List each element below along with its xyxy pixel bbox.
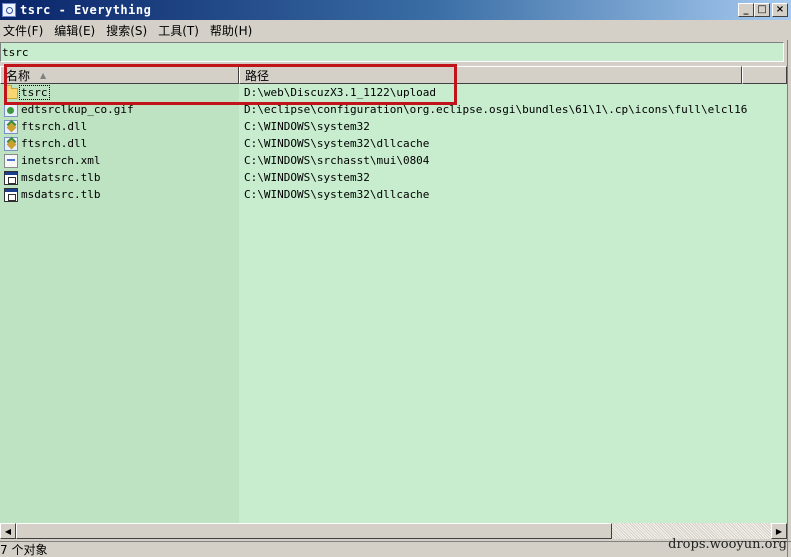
list-row[interactable]: edtsrclkup_co.gif D:\eclipse\configurati… — [0, 101, 787, 118]
menu-help[interactable]: 帮助(H) — [207, 22, 257, 39]
dll-file-icon — [4, 136, 18, 151]
file-path: C:\WINDOWS\system32 — [244, 171, 370, 184]
file-path: D:\eclipse\configuration\org.eclipse.osg… — [244, 103, 748, 116]
close-button[interactable]: × — [772, 3, 788, 17]
menu-file[interactable]: 文件(F) — [0, 22, 48, 39]
tlb-file-icon — [4, 187, 18, 202]
list-row[interactable]: msdatsrc.tlb C:\WINDOWS\system32 — [0, 169, 787, 186]
file-path: D:\web\DiscuzX3.1_1122\upload — [244, 86, 437, 99]
watermark: drops.wooyun.org — [668, 537, 787, 552]
list-row[interactable]: ftsrch.dll C:\WINDOWS\system32 — [0, 118, 787, 135]
window-right-edge — [787, 40, 791, 557]
results-list: 名称 ▲ 路径 tsrc D:\web\DiscuzX3.1_1122\uplo… — [0, 66, 787, 523]
list-header: 名称 ▲ 路径 — [0, 66, 787, 84]
window-controls: _ □ × — [738, 3, 788, 17]
tlb-file-icon — [4, 170, 18, 185]
cell-name: msdatsrc.tlb — [0, 170, 239, 185]
file-name: tsrc — [19, 85, 50, 100]
cell-name: ftsrch.dll — [0, 136, 239, 151]
file-name: ftsrch.dll — [21, 120, 88, 133]
column-header-path-label: 路径 — [245, 68, 270, 83]
list-row[interactable]: msdatsrc.tlb C:\WINDOWS\system32\dllcach… — [0, 186, 787, 203]
everything-app-icon[interactable] — [2, 3, 16, 17]
title-bar: tsrc - Everything _ □ × — [0, 0, 791, 20]
menu-edit[interactable]: 编辑(E) — [51, 22, 100, 39]
file-name: inetsrch.xml — [21, 154, 101, 167]
column-header-name[interactable]: 名称 ▲ — [0, 66, 239, 84]
list-rows: tsrc D:\web\DiscuzX3.1_1122\upload edtsr… — [0, 84, 787, 203]
scroll-left-button[interactable]: ◀ — [0, 523, 16, 539]
status-text: 7 个对象 — [0, 543, 48, 557]
list-row[interactable]: inetsrch.xml C:\WINDOWS\srchasst\mui\080… — [0, 152, 787, 169]
file-path: C:\WINDOWS\system32 — [244, 120, 370, 133]
file-path: C:\WINDOWS\system32\dllcache — [244, 137, 430, 150]
file-path: C:\WINDOWS\system32\dllcache — [244, 188, 430, 201]
search-input[interactable] — [0, 42, 784, 62]
list-row[interactable]: tsrc D:\web\DiscuzX3.1_1122\upload — [0, 84, 787, 101]
maximize-button[interactable]: □ — [754, 3, 770, 17]
cell-name: ftsrch.dll — [0, 119, 239, 134]
column-header-extra[interactable] — [742, 66, 787, 84]
column-header-path[interactable]: 路径 — [239, 66, 742, 84]
image-file-icon — [4, 102, 18, 117]
cell-name: tsrc — [0, 85, 239, 100]
window-title: tsrc - Everything — [20, 3, 152, 17]
menu-search[interactable]: 搜索(S) — [103, 22, 152, 39]
scrollbar-thumb[interactable] — [16, 523, 612, 539]
cell-name: inetsrch.xml — [0, 153, 239, 168]
folder-icon — [4, 85, 18, 99]
file-name: ftsrch.dll — [21, 137, 88, 150]
file-path: C:\WINDOWS\srchasst\mui\0804 — [244, 154, 430, 167]
minimize-button[interactable]: _ — [738, 3, 754, 17]
menu-tools[interactable]: 工具(T) — [155, 22, 204, 39]
file-name: edtsrclkup_co.gif — [21, 103, 134, 116]
cell-name: msdatsrc.tlb — [0, 187, 239, 202]
column-header-name-label: 名称 — [6, 68, 31, 83]
file-name: msdatsrc.tlb — [21, 171, 101, 184]
cell-name: edtsrclkup_co.gif — [0, 102, 239, 117]
xml-file-icon — [4, 153, 18, 168]
file-name: msdatsrc.tlb — [21, 188, 101, 201]
list-row[interactable]: ftsrch.dll C:\WINDOWS\system32\dllcache — [0, 135, 787, 152]
menu-bar: 文件(F) 编辑(E) 搜索(S) 工具(T) 帮助(H) — [0, 20, 791, 40]
dll-file-icon — [4, 119, 18, 134]
sort-ascending-icon: ▲ — [40, 70, 47, 80]
